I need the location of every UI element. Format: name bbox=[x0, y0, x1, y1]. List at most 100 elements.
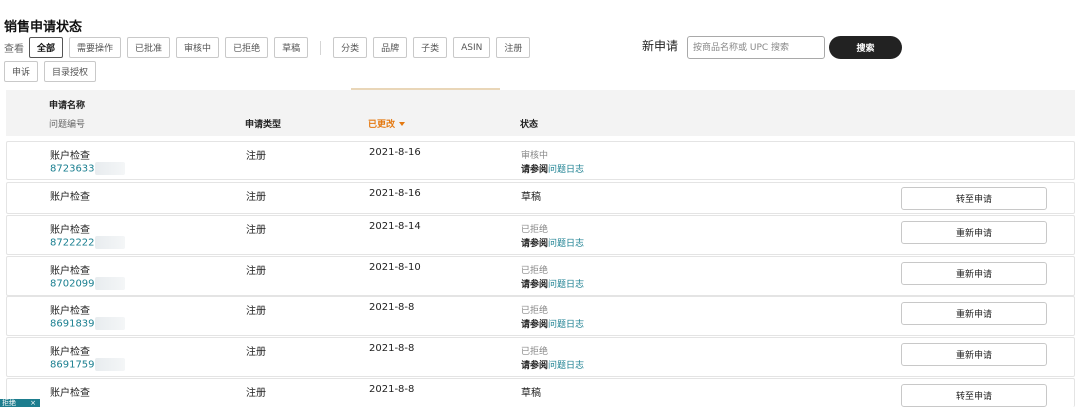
reapply-button[interactable]: 重新申请 bbox=[901, 343, 1047, 366]
row-see-issue-log: 请参阅问题日志 bbox=[521, 358, 584, 371]
row-application-type: 注册 bbox=[246, 151, 266, 162]
row-modified-date: 2021-8-8 bbox=[369, 343, 415, 354]
row-issue-id[interactable]: 8723633 bbox=[50, 162, 125, 175]
filter-appeal[interactable]: 申诉 bbox=[4, 61, 39, 82]
row-application-type: 注册 bbox=[246, 347, 266, 358]
floating-tag[interactable]: 拒绝 × bbox=[0, 399, 40, 407]
row-application-type: 注册 bbox=[246, 225, 266, 236]
row-status: 已拒绝 bbox=[521, 347, 549, 357]
table-row: 账户检查 8702099 注册 2021-8-10 已拒绝 请参阅问题日志 重新… bbox=[6, 256, 1075, 296]
redaction-patch bbox=[94, 236, 125, 249]
row-issue-id[interactable]: 8691759 bbox=[50, 358, 125, 371]
see-prefix: 请参阅 bbox=[521, 165, 549, 175]
issue-log-link[interactable]: 问题日志 bbox=[548, 239, 584, 249]
search-input[interactable] bbox=[687, 36, 825, 59]
row-application-type: 注册 bbox=[246, 192, 266, 203]
row-issue-id-text: 8691839 bbox=[50, 318, 95, 330]
row-issue-id-text: 8702099 bbox=[50, 278, 95, 290]
row-application-name: 账户检查 bbox=[50, 266, 90, 277]
issue-log-link[interactable]: 问题日志 bbox=[548, 280, 584, 290]
close-icon[interactable]: × bbox=[30, 399, 36, 407]
issue-log-link[interactable]: 问题日志 bbox=[548, 165, 584, 175]
table-row: 账户检查 注册 2021-8-8 草稿 转至申请 bbox=[6, 378, 1075, 407]
header-status[interactable]: 状态 bbox=[520, 117, 538, 130]
redaction-patch bbox=[94, 358, 125, 371]
row-modified-date: 2021-8-16 bbox=[369, 188, 421, 199]
filter-all[interactable]: 全部 bbox=[29, 37, 64, 58]
row-application-name: 账户检查 bbox=[50, 306, 90, 317]
go-to-application-button[interactable]: 转至申请 bbox=[901, 384, 1047, 407]
header-application-type[interactable]: 申请类型 bbox=[245, 117, 281, 130]
row-application-name: 账户检查 bbox=[50, 388, 90, 399]
row-application-type: 注册 bbox=[246, 306, 266, 317]
floating-tag-label: 拒绝 bbox=[2, 399, 16, 407]
filter-category[interactable]: 分类 bbox=[333, 37, 368, 58]
row-modified-date: 2021-8-10 bbox=[369, 262, 421, 273]
row-issue-id-text: 8691759 bbox=[50, 359, 95, 371]
row-modified-date: 2021-8-8 bbox=[369, 302, 415, 313]
see-prefix: 请参阅 bbox=[521, 320, 549, 330]
row-issue-id[interactable]: 8691839 bbox=[50, 317, 125, 330]
reapply-button[interactable]: 重新申请 bbox=[901, 302, 1047, 325]
row-status: 草稿 bbox=[521, 388, 541, 399]
issue-log-link[interactable]: 问题日志 bbox=[548, 361, 584, 371]
reapply-button[interactable]: 重新申请 bbox=[901, 262, 1047, 285]
go-to-application-button[interactable]: 转至申请 bbox=[901, 187, 1047, 210]
row-application-name: 账户检查 bbox=[50, 151, 90, 162]
filter-subcategory[interactable]: 子类 bbox=[413, 37, 448, 58]
filter-under-review[interactable]: 审核中 bbox=[176, 37, 220, 58]
row-status: 已拒绝 bbox=[521, 306, 549, 316]
row-modified-date: 2021-8-8 bbox=[369, 384, 415, 395]
row-issue-id[interactable]: 8702099 bbox=[50, 277, 125, 290]
row-status: 已拒绝 bbox=[521, 225, 549, 235]
row-issue-id[interactable]: 8722222 bbox=[50, 236, 125, 249]
header-application-name[interactable]: 申请名称 bbox=[49, 98, 85, 111]
row-see-issue-log: 请参阅问题日志 bbox=[521, 236, 584, 249]
see-prefix: 请参阅 bbox=[521, 239, 549, 249]
sort-descending-icon bbox=[399, 122, 406, 126]
row-status: 草稿 bbox=[521, 192, 541, 203]
page-title: 销售申请状态 bbox=[4, 20, 83, 35]
filter-divider bbox=[320, 40, 322, 55]
filter-catalog-authorization[interactable]: 目录授权 bbox=[44, 61, 97, 82]
filter-bar: 查看 全部 需要操作 已批准 审核中 已拒绝 草稿 分类 品牌 子类 ASIN … bbox=[4, 37, 536, 58]
filter-approved[interactable]: 已批准 bbox=[127, 37, 171, 58]
table-row: 账户检查 8723633 注册 2021-8-16 审核中 请参阅问题日志 bbox=[6, 141, 1075, 180]
row-modified-date: 2021-8-14 bbox=[369, 221, 421, 232]
row-see-issue-log: 请参阅问题日志 bbox=[521, 162, 584, 175]
row-application-name: 账户检查 bbox=[50, 225, 90, 236]
redaction-patch bbox=[94, 317, 125, 330]
header-modified-sort[interactable]: 已更改 bbox=[368, 117, 406, 130]
filter-asin[interactable]: ASIN bbox=[453, 37, 491, 58]
table-header: 申请名称 问题编号 申请类型 已更改 状态 bbox=[6, 90, 1075, 136]
table-row: 账户检查 8691759 注册 2021-8-8 已拒绝 请参阅问题日志 重新申… bbox=[6, 337, 1075, 377]
header-modified: 已更改 bbox=[368, 120, 396, 130]
view-label: 查看 bbox=[4, 44, 24, 55]
filter-registration[interactable]: 注册 bbox=[496, 37, 531, 58]
row-modified-date: 2021-8-16 bbox=[369, 147, 421, 158]
redaction-patch bbox=[94, 162, 125, 175]
reapply-button[interactable]: 重新申请 bbox=[901, 221, 1047, 244]
row-issue-id-text: 8723633 bbox=[50, 163, 95, 175]
row-see-issue-log: 请参阅问题日志 bbox=[521, 317, 584, 330]
table-row: 账户检查 8722222 注册 2021-8-14 已拒绝 请参阅问题日志 重新… bbox=[6, 215, 1075, 255]
row-application-name: 账户检查 bbox=[50, 192, 90, 203]
filter-rejected[interactable]: 已拒绝 bbox=[225, 37, 269, 58]
issue-log-link[interactable]: 问题日志 bbox=[548, 320, 584, 330]
row-application-type: 注册 bbox=[246, 266, 266, 277]
see-prefix: 请参阅 bbox=[521, 280, 549, 290]
row-see-issue-log: 请参阅问题日志 bbox=[521, 277, 584, 290]
filter-brand[interactable]: 品牌 bbox=[373, 37, 408, 58]
search-button[interactable]: 搜索 bbox=[829, 36, 902, 59]
header-issue-id: 问题编号 bbox=[49, 120, 86, 130]
table-row: 账户检查 注册 2021-8-16 草稿 转至申请 bbox=[6, 182, 1075, 214]
table-row: 账户检查 8691839 注册 2021-8-8 已拒绝 请参阅问题日志 重新申… bbox=[6, 296, 1075, 336]
filter-draft[interactable]: 草稿 bbox=[274, 37, 309, 58]
filter-action-required[interactable]: 需要操作 bbox=[69, 37, 122, 58]
row-issue-id-text: 8722222 bbox=[50, 237, 95, 249]
filter-bar-row2: 申诉 目录授权 bbox=[4, 61, 102, 82]
row-application-name: 账户检查 bbox=[50, 347, 90, 358]
row-application-type: 注册 bbox=[246, 388, 266, 399]
see-prefix: 请参阅 bbox=[521, 361, 549, 371]
row-status: 审核中 bbox=[521, 151, 549, 161]
